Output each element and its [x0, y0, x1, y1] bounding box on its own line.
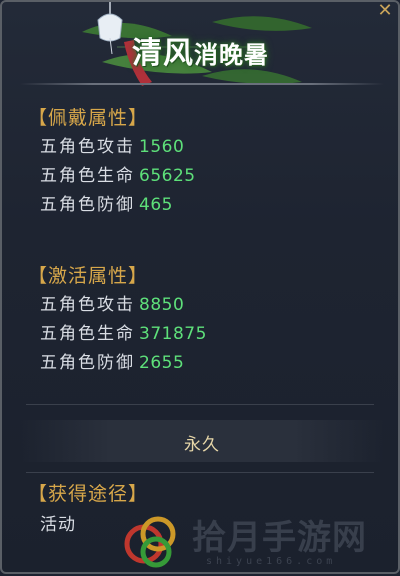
equip-attr-row: 五角色攻击 1560 — [40, 135, 184, 159]
duration-bar: 永久 — [20, 420, 384, 462]
equip-attr-row: 五角色生命 65625 — [40, 164, 196, 188]
attr-value: 465 — [139, 195, 173, 215]
watermark: 拾月手游网 shiyue166.com — [122, 498, 400, 576]
attr-name: 五角色防御 — [40, 353, 135, 373]
watermark-text: 拾月手游网 — [192, 518, 367, 558]
attr-value: 8850 — [139, 295, 185, 315]
equip-attr-row: 五角色防御 465 — [40, 193, 173, 217]
attr-value: 371875 — [139, 324, 207, 344]
attr-value: 2655 — [139, 353, 185, 373]
source-value: 活动 — [40, 515, 76, 535]
section-divider — [26, 472, 374, 473]
active-attributes-heading: 【激活属性】 — [28, 265, 149, 287]
equip-attributes-heading: 【佩戴属性】 — [28, 107, 149, 129]
watermark-url: shiyue166.com — [206, 556, 337, 567]
duration-label: 永久 — [184, 435, 220, 455]
item-title-main: 清风 — [132, 36, 194, 71]
item-title: 清风消晚暑 — [132, 28, 269, 72]
active-attr-row: 五角色防御 2655 — [40, 351, 184, 375]
item-title-small: 消晚暑 — [194, 40, 269, 69]
wind-chime-icon — [97, 2, 123, 55]
attr-value: 1560 — [139, 137, 185, 157]
attr-name: 五角色生命 — [40, 324, 135, 344]
watermark-logo-icon — [124, 516, 176, 568]
close-icon[interactable]: ✕ — [376, 2, 394, 20]
title-divider — [20, 83, 384, 85]
item-tooltip-panel: 清风消晚暑 ✕ 【佩戴属性】 五角色攻击 1560 五角色生命 65625 五角色防… — [0, 0, 400, 574]
active-attr-row: 五角色生命 371875 — [40, 322, 207, 346]
active-attr-row: 五角色攻击 8850 — [40, 293, 184, 317]
attr-name: 五角色攻击 — [40, 295, 135, 315]
attr-name: 五角色攻击 — [40, 137, 135, 157]
attr-value: 65625 — [139, 166, 196, 186]
section-divider — [26, 404, 374, 405]
attr-name: 五角色生命 — [40, 166, 135, 186]
attr-name: 五角色防御 — [40, 195, 135, 215]
